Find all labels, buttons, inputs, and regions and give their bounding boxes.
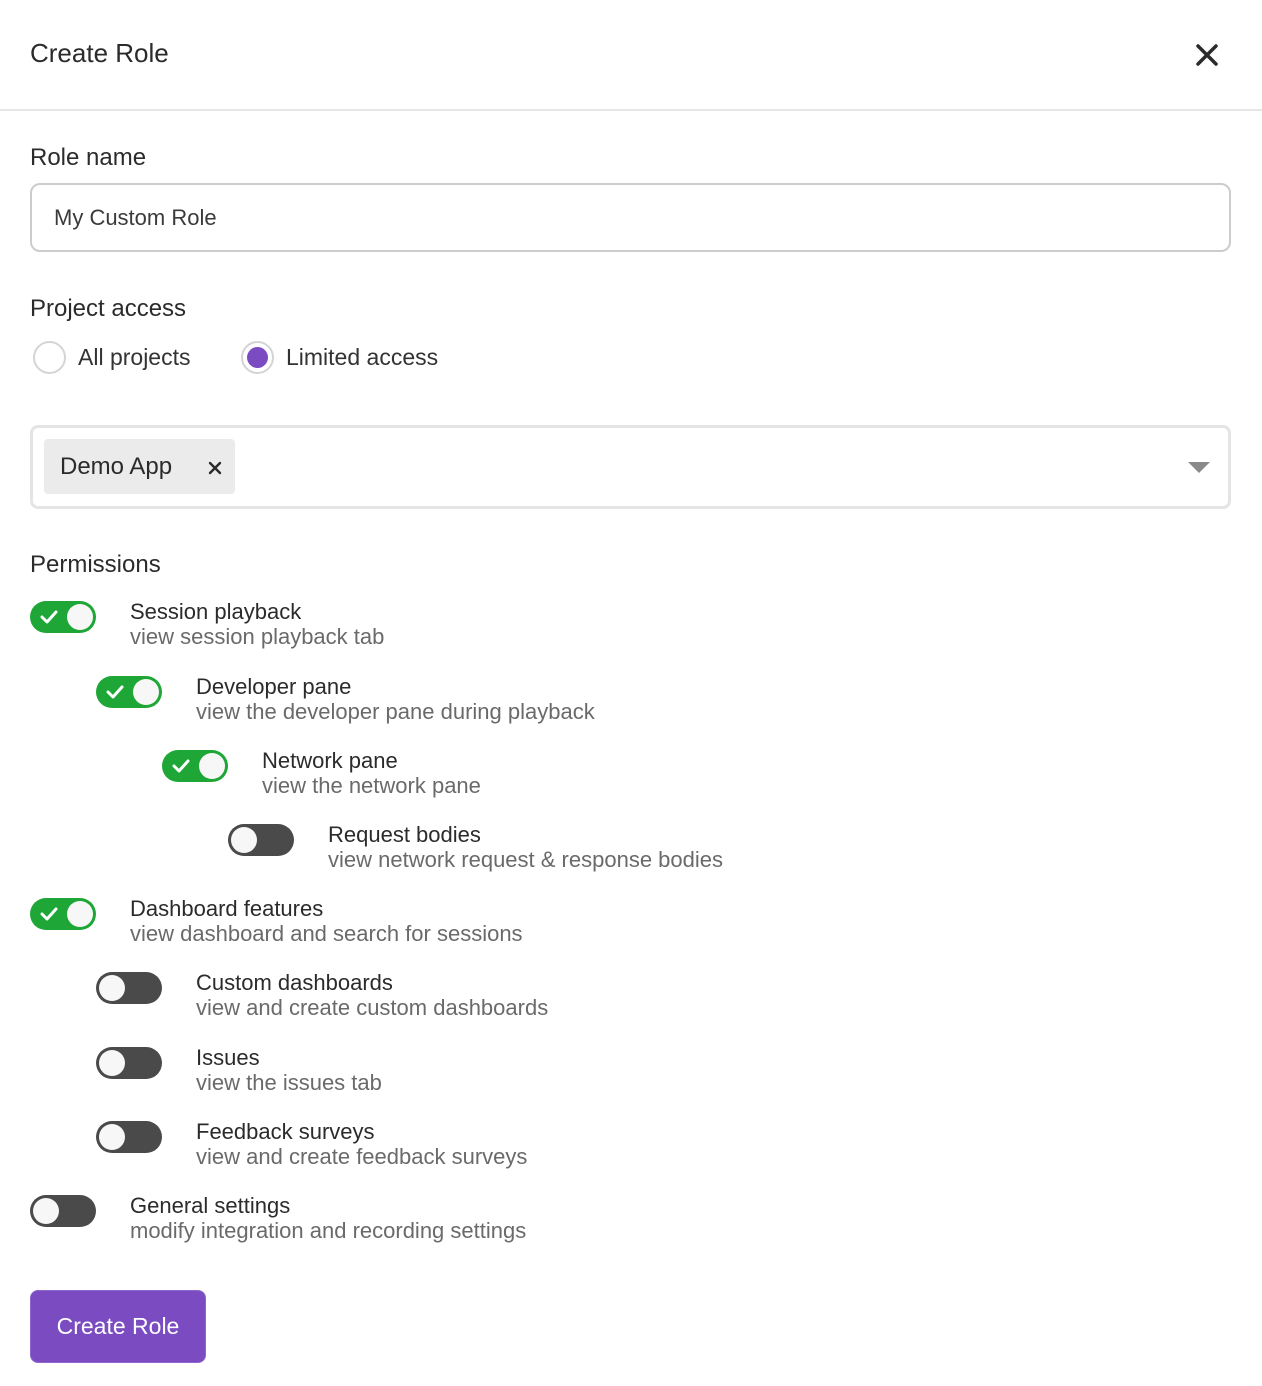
permission-title: Developer pane xyxy=(196,674,352,699)
toggle-knob xyxy=(199,753,225,779)
permission-toggle[interactable] xyxy=(30,898,96,930)
radio-circle xyxy=(33,341,66,374)
permission-text: General settings modify integration and r… xyxy=(130,1193,527,1244)
permission-row: Session playback view session playback ta… xyxy=(30,600,384,649)
radio-label: Limited access xyxy=(286,344,439,370)
toggle-knob xyxy=(231,827,257,853)
modal-title: Create Role xyxy=(30,38,169,68)
permission-title: General settings xyxy=(130,1193,291,1218)
radio-circle xyxy=(241,341,274,374)
role-name-label: Role name xyxy=(30,144,147,171)
permission-toggle[interactable] xyxy=(96,676,162,708)
check-icon xyxy=(106,685,124,699)
permission-description: view session playback tab xyxy=(130,624,385,649)
permission-text: Custom dashboards view and create custom … xyxy=(196,970,549,1021)
check-icon xyxy=(40,610,58,624)
permission-title: Session playback xyxy=(130,599,302,624)
toggle-knob xyxy=(99,975,125,1001)
radio-all-projects[interactable]: All projects xyxy=(33,341,190,374)
permission-title: Request bodies xyxy=(328,822,481,847)
permission-toggle[interactable] xyxy=(96,1047,162,1079)
permission-description: modify integration and recording setting… xyxy=(130,1218,527,1243)
permissions-label: Permissions xyxy=(30,551,161,578)
caret-down-icon[interactable] xyxy=(1188,462,1210,474)
permission-description: view network request & response bodies xyxy=(328,847,723,872)
project-access-label: Project access xyxy=(30,295,187,322)
permission-title: Feedback surveys xyxy=(196,1119,375,1144)
toggle-knob xyxy=(67,604,93,630)
permission-description: view the network pane xyxy=(262,773,481,798)
permission-title: Custom dashboards xyxy=(196,970,393,995)
permission-description: view and create feedback surveys xyxy=(196,1144,528,1169)
permission-row: Issues view the issues tab xyxy=(96,1046,382,1095)
permission-description: view the issues tab xyxy=(196,1070,382,1095)
radio-selected-dot xyxy=(247,347,268,368)
permission-row: Custom dashboards view and create custom … xyxy=(96,971,548,1020)
radio-limited-access[interactable]: Limited access xyxy=(241,341,438,374)
toggle-knob xyxy=(99,1124,125,1150)
permission-toggle[interactable] xyxy=(30,1195,96,1227)
permission-text: Session playback view session playback ta… xyxy=(130,599,385,650)
permission-text: Developer pane view the developer pane du… xyxy=(196,674,595,725)
permission-row: Network pane view the network pane xyxy=(162,749,481,798)
permission-description: view the developer pane during playback xyxy=(196,699,595,724)
chip-label: Demo App xyxy=(60,452,173,480)
permission-row: Dashboard features view dashboard and sea… xyxy=(30,897,523,946)
role-name-input[interactable] xyxy=(30,183,1231,252)
toggle-knob xyxy=(99,1050,125,1076)
check-icon xyxy=(40,907,58,921)
close-icon xyxy=(208,461,222,475)
project-multiselect[interactable]: Demo App xyxy=(30,425,1231,509)
permission-row: General settings modify integration and r… xyxy=(30,1194,526,1243)
permission-toggle[interactable] xyxy=(96,972,162,1004)
permission-toggle[interactable] xyxy=(228,824,294,856)
radio-label: All projects xyxy=(78,344,191,370)
permission-text: Request bodies view network request & res… xyxy=(328,822,723,873)
permission-title: Network pane xyxy=(262,748,398,773)
permission-row: Developer pane view the developer pane du… xyxy=(96,675,595,724)
permission-description: view dashboard and search for sessions xyxy=(130,921,523,946)
permission-text: Network pane view the network pane xyxy=(262,748,481,799)
chip-remove-button[interactable] xyxy=(207,460,223,476)
permission-text: Dashboard features view dashboard and sea… xyxy=(130,896,523,947)
toggle-knob xyxy=(133,679,159,705)
create-role-button[interactable]: Create Role xyxy=(30,1290,206,1363)
modal-header: Create Role xyxy=(0,0,1262,111)
permission-text: Feedback surveys view and create feedback… xyxy=(196,1119,528,1170)
toggle-knob xyxy=(33,1198,59,1224)
close-button[interactable] xyxy=(1190,38,1224,72)
permission-toggle[interactable] xyxy=(30,601,96,633)
permission-toggle[interactable] xyxy=(96,1121,162,1153)
permission-text: Issues view the issues tab xyxy=(196,1045,382,1096)
permission-title: Issues xyxy=(196,1045,260,1070)
check-icon xyxy=(172,759,190,773)
close-icon xyxy=(1196,44,1218,66)
permission-title: Dashboard features xyxy=(130,896,324,921)
permission-description: view and create custom dashboards xyxy=(196,995,549,1020)
permission-toggle[interactable] xyxy=(162,750,228,782)
project-chip: Demo App xyxy=(44,439,235,494)
permission-row: Request bodies view network request & res… xyxy=(228,823,723,872)
toggle-knob xyxy=(67,901,93,927)
permission-row: Feedback surveys view and create feedback… xyxy=(96,1120,527,1169)
